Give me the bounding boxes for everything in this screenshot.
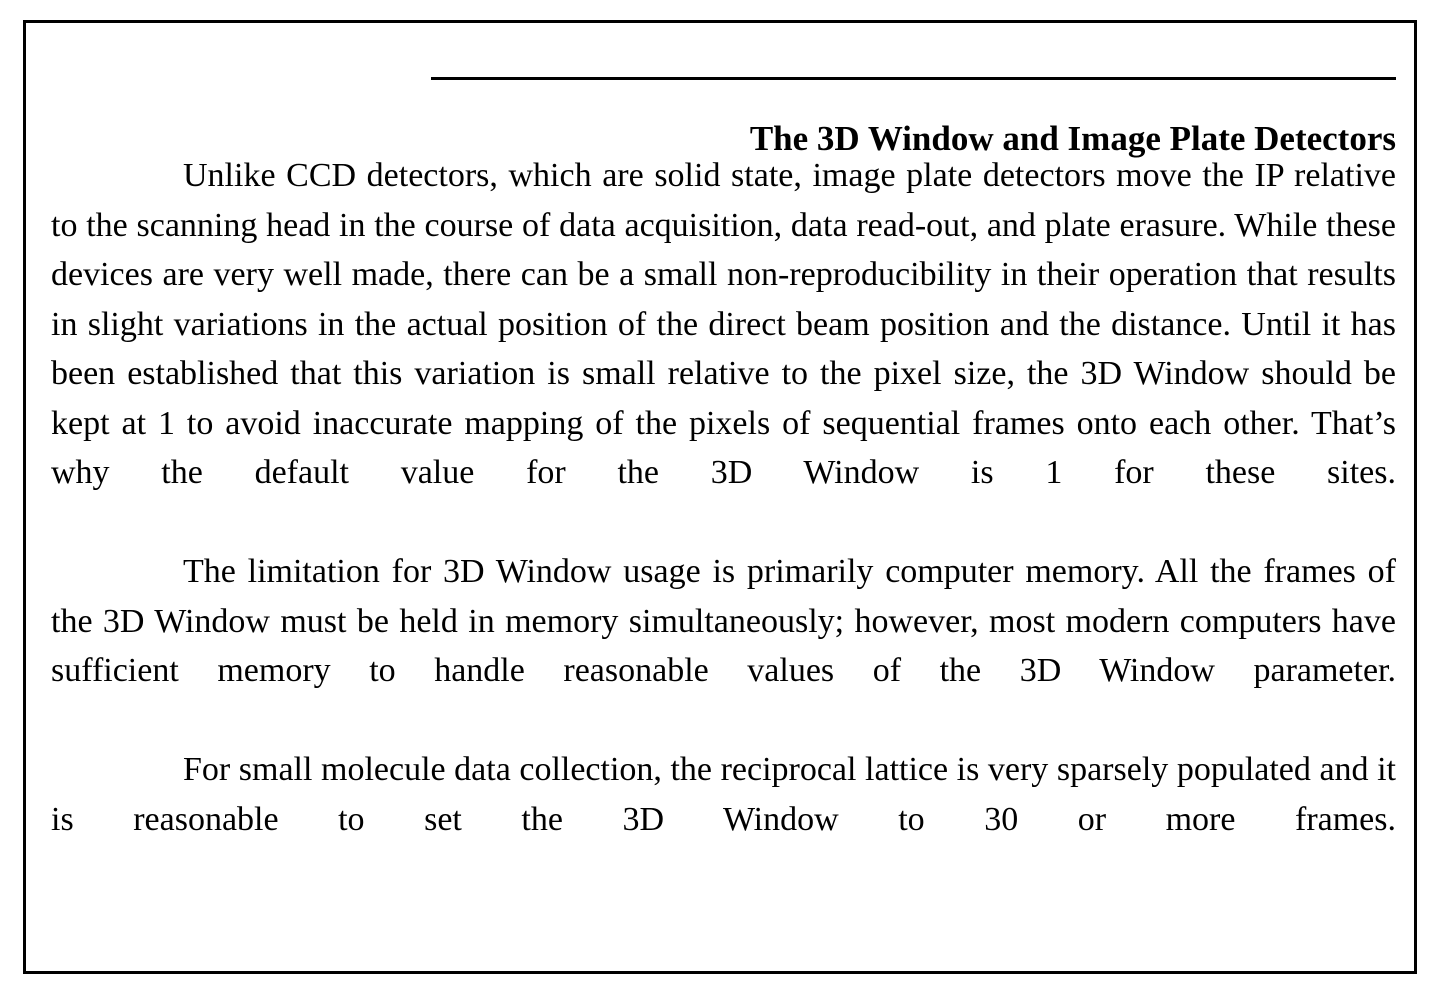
page-border-frame: The 3D Window and Image Plate Detectors … (23, 20, 1417, 974)
paragraph-3: For small molecule data collection, the … (51, 751, 1396, 838)
paragraph-2: The limitation for 3D Window usage is pr… (51, 553, 1396, 689)
heading-divider-rule (431, 77, 1396, 80)
paragraph-1: Unlike CCD detectors, which are solid st… (51, 157, 1396, 491)
body-text-block: Unlike CCD detectors, which are solid st… (51, 151, 1396, 894)
page-content: The 3D Window and Image Plate Detectors … (51, 23, 1396, 971)
